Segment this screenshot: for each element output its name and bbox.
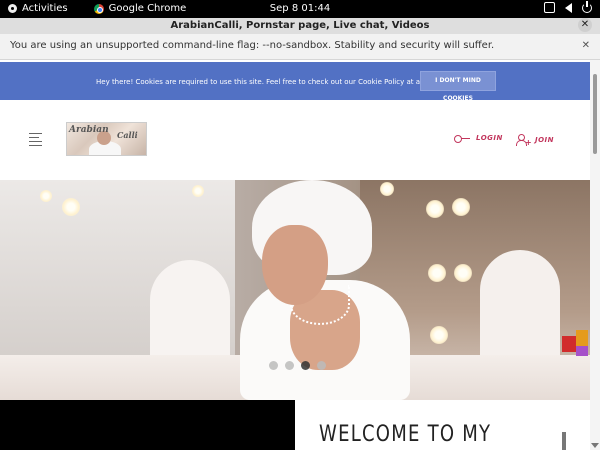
hero-model-face [262,225,328,305]
cookie-banner: Hey there! Cookies are required to use t… [0,62,590,102]
power-icon [582,1,592,13]
infobar-message: You are using an unsupported command-lin… [10,40,495,51]
light-bulb [40,190,52,202]
panel-scroll-indicator[interactable] [562,432,566,450]
clock[interactable]: Sep 8 01:44 [0,3,600,14]
key-icon [454,134,470,143]
hamburger-menu-icon[interactable] [29,133,42,149]
light-bulb [452,198,470,216]
slider-pagination [269,361,326,370]
scroll-down-arrow-icon[interactable] [591,443,599,448]
welcome-heading: WELCOME TO MY [319,422,492,447]
light-bulb [454,264,472,282]
slider-dot-4[interactable] [317,361,326,370]
system-status-area[interactable] [544,1,592,13]
volume-icon [565,3,572,13]
light-bulb [426,200,444,218]
slider-dot-2[interactable] [285,361,294,370]
light-bulb [430,326,448,344]
site-header: Arabian Calli LOGIN + JOIN [0,100,590,180]
gift-icon[interactable] [576,346,588,356]
login-link[interactable]: LOGIN [454,134,503,143]
light-bulb [192,185,204,197]
join-label: JOIN [535,136,555,144]
scrollbar-thumb[interactable] [593,74,597,154]
window-close-button[interactable]: ✕ [578,18,592,32]
join-link[interactable]: + JOIN [516,134,555,147]
logo-text-calli: Calli [117,130,138,140]
slider-dot-1[interactable] [269,361,278,370]
page-viewport: Hey there! Cookies are required to use t… [0,60,590,450]
logo-text-arabian: Arabian [69,125,109,135]
site-logo[interactable]: Arabian Calli [66,122,147,156]
unsupported-flag-infobar: You are using an unsupported command-lin… [0,34,600,60]
slider-dot-3[interactable] [301,361,310,370]
add-user-icon: + [516,134,532,147]
light-bulb [62,198,80,216]
window-title: ArabianCalli, Pornstar page, Live chat, … [170,20,430,31]
cookie-message: Hey there! Cookies are required to use t… [96,78,449,86]
page-scrollbar[interactable] [590,60,600,450]
accept-cookies-button[interactable]: I DON'T MIND COOKIES [420,71,496,102]
browser-title-bar: ArabianCalli, Pornstar page, Live chat, … [0,18,600,34]
bottom-dark-panel [0,400,295,450]
gift-icon[interactable] [576,330,588,346]
system-top-bar: Activities Google Chrome Sep 8 01:44 [0,0,600,18]
light-bulb [380,182,394,196]
infobar-close-button[interactable]: ✕ [582,34,590,58]
login-label: LOGIN [476,134,503,142]
light-bulb [428,264,446,282]
gift-icon[interactable] [562,336,576,352]
network-icon [544,2,555,13]
